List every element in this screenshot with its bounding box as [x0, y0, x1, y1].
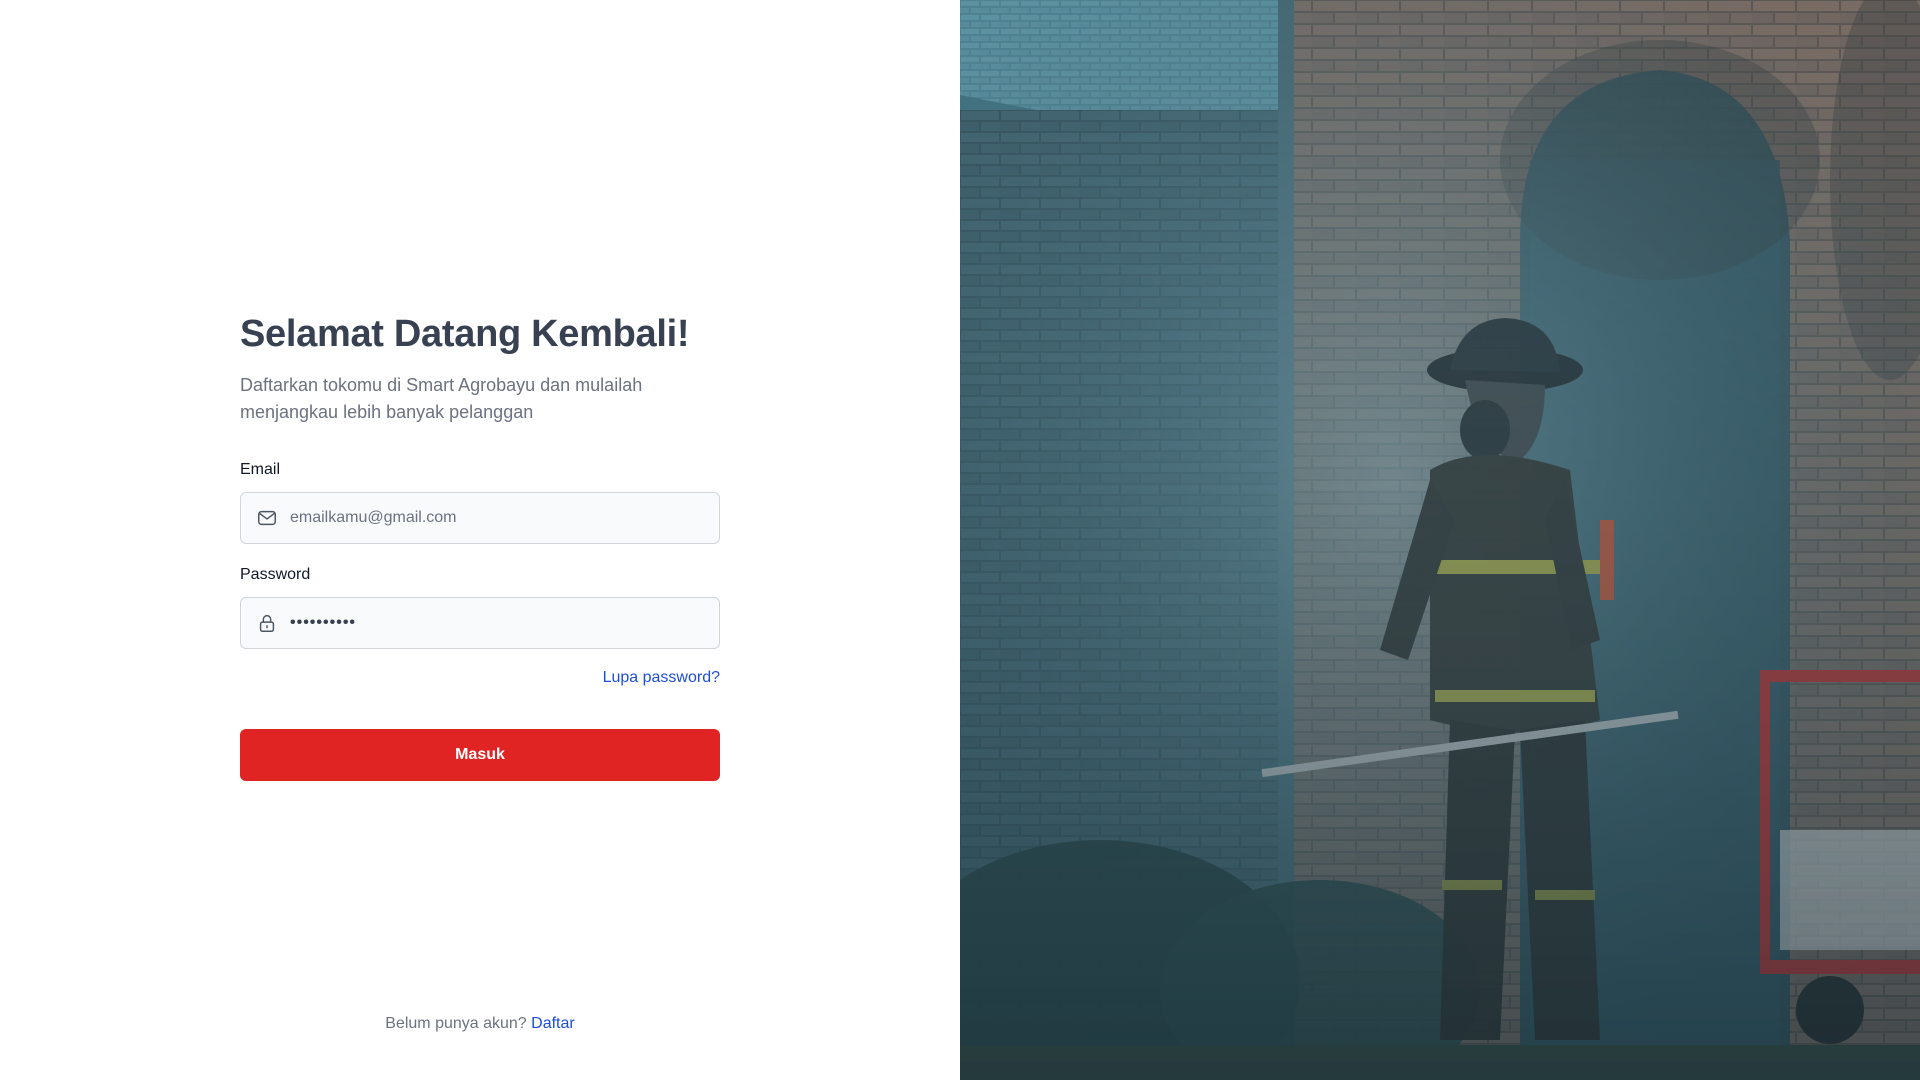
hero-image: [960, 0, 1920, 1080]
page-subtitle: Daftarkan tokomu di Smart Agrobayu dan m…: [240, 375, 643, 422]
email-field[interactable]: emailkamu@gmail.com: [240, 492, 720, 544]
signup-prompt: Belum punya akun?: [385, 1015, 527, 1032]
lock-icon: [256, 612, 278, 634]
login-panel: Selamat Datang Kembali! Daftarkan tokomu…: [0, 0, 960, 1080]
forgot-password-row: Lupa password?: [240, 669, 720, 687]
firefighter-photo: [960, 0, 1920, 1080]
page-title: Selamat Datang Kembali!: [240, 313, 690, 355]
signup-row: Belum punya akun? Daftar: [0, 1015, 960, 1033]
password-value: ••••••••••: [290, 614, 357, 631]
mail-icon: [256, 507, 278, 529]
password-label: Password: [240, 566, 311, 583]
login-button[interactable]: Masuk: [240, 729, 720, 781]
login-page: Selamat Datang Kembali! Daftarkan tokomu…: [0, 0, 1920, 1080]
email-label: Email: [240, 461, 281, 478]
forgot-password-link[interactable]: Lupa password?: [603, 669, 720, 686]
password-field[interactable]: ••••••••••: [240, 597, 720, 649]
login-form: Selamat Datang Kembali! Daftarkan tokomu…: [240, 310, 720, 781]
email-placeholder: emailkamu@gmail.com: [290, 509, 457, 526]
signup-link[interactable]: Daftar: [531, 1015, 575, 1032]
